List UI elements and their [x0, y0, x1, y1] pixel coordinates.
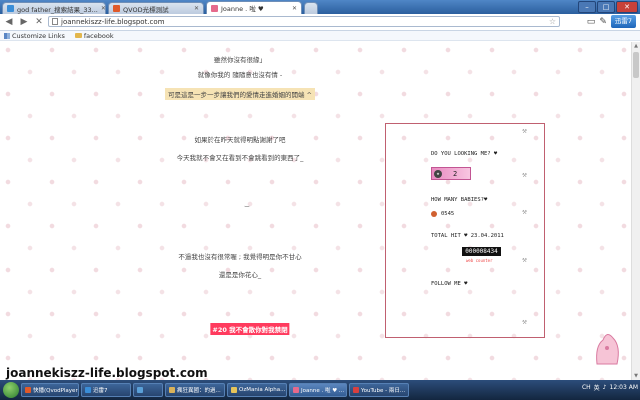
bookmark-label: Customize Links: [12, 31, 65, 40]
bookmark-facebook[interactable]: facebook: [74, 31, 114, 40]
bookmark-star-icon[interactable]: ☆: [549, 17, 556, 26]
scroll-up-icon[interactable]: ▲: [632, 43, 640, 49]
forward-arrow-icon[interactable]: ▶: [18, 16, 30, 28]
pink-mascot-icon: [596, 334, 619, 365]
browser-tab-strip: god father_搜索結果_33... ✕ QVOD光標測試 ✕ Joann…: [0, 0, 640, 14]
tab-label: Joanne . 啦 ♥: [221, 5, 264, 13]
wrench-icon[interactable]: ⚒: [522, 317, 527, 326]
taskbar-item-joanne[interactable]: Joanne . 啦 ♥ ...: [289, 383, 347, 397]
follower-badge[interactable]: ★ 2: [431, 167, 471, 180]
post-tag[interactable]: #20 我不會散你對我禁閉: [210, 323, 290, 335]
wrench-icon[interactable]: ✎: [599, 17, 607, 27]
system-tray: CH 英 ♪ 12:03 AM: [582, 383, 638, 392]
wrench-icon[interactable]: ⚒: [522, 207, 527, 216]
app-icon: [169, 387, 175, 393]
app-icon: [231, 387, 237, 393]
taskbar-label: 迅雷7: [93, 388, 108, 394]
taskbar-label: Joanne . 啦 ♥ ...: [301, 388, 345, 394]
babies-label: HOW MANY BABIES?♥: [431, 197, 488, 203]
volume-icon[interactable]: ♪: [603, 384, 607, 391]
taskbar-item-ozmania[interactable]: OzMania Alpha...: [227, 383, 287, 397]
address-bar[interactable]: joannekiszz-life.blogspot.com ☆: [48, 16, 560, 27]
tab-label: god father_搜索結果_33...: [17, 5, 98, 14]
tab-joanne[interactable]: Joanne . 啦 ♥ ✕: [206, 1, 302, 14]
looking-label: DO YOU LOOKING ME? ♥: [431, 151, 498, 157]
page-menu-icon[interactable]: ▭: [587, 17, 596, 27]
follow-label: FOLLOW ME ♥: [431, 281, 468, 287]
taskbar-label: 快播(QvodPlayer): [33, 388, 79, 394]
loading-icon: ⌣: [244, 202, 250, 212]
bookmark-label: facebook: [83, 31, 114, 40]
sidebar-widget: ⚒ DO YOU LOOKING ME? ♥ ★ 2 ⚒ HOW MANY BA…: [385, 123, 545, 338]
blog-page: 雖然你沒有很緣」 就像你我的 隨隨意也沒有情 - 可是這是一步一步讓我們的愛情走…: [0, 42, 631, 380]
babies-count: 0545: [441, 211, 455, 217]
taskbar-item-qvod[interactable]: 快播(QvodPlayer): [21, 383, 79, 397]
tab-favicon: [7, 5, 14, 12]
wrench-icon[interactable]: ⚒: [522, 126, 527, 135]
post-line-2: 就像你我的 隨隨意也沒有情 -: [197, 71, 283, 79]
close-icon[interactable]: ✕: [292, 5, 297, 12]
clock[interactable]: 12:03 AM: [610, 384, 638, 391]
grid-icon: [4, 32, 10, 39]
follower-count: 2: [453, 169, 458, 178]
wrench-icon[interactable]: ⚒: [522, 255, 527, 264]
app-icon: [293, 387, 299, 393]
window-controls: – □ ✕: [578, 1, 638, 13]
taskbar-label: OzMania Alpha...: [239, 387, 286, 393]
toolbar-right: ▭ ✎ 迅雷7: [587, 15, 636, 28]
browser-toolbar: ◀ ▶ ✕ joannekiszz-life.blogspot.com ☆ ▭ …: [0, 14, 640, 31]
scroll-thumb[interactable]: [633, 52, 639, 78]
app-icon: [137, 387, 143, 393]
start-button[interactable]: [3, 382, 19, 398]
app-icon: [85, 387, 91, 393]
bookmark-customize-links[interactable]: Customize Links: [4, 32, 65, 40]
ime-indicator[interactable]: 英: [594, 383, 600, 392]
blog-watermark: joannekiszz-life.blogspot.com: [6, 366, 208, 380]
maximize-button[interactable]: □: [597, 1, 615, 13]
close-icon[interactable]: ✕: [194, 5, 199, 12]
tab-favicon: [211, 4, 218, 12]
minimize-button[interactable]: –: [578, 1, 596, 13]
xunlei-button[interactable]: 迅雷7: [610, 15, 636, 28]
star-icon: ★: [434, 169, 442, 178]
post-line-4: 如果於在昨天就得明點謝謝了吧: [194, 136, 286, 144]
taskbar-label: YouTube - 兩日...: [361, 388, 406, 394]
app-icon: [25, 387, 31, 393]
taskbar-item-youtube[interactable]: YouTube - 兩日...: [349, 383, 409, 397]
page-icon: [52, 18, 58, 25]
tab-god-father[interactable]: god father_搜索結果_33... ✕: [2, 2, 106, 14]
hit-counter-caption[interactable]: web counter: [466, 258, 493, 263]
tab-label: QVOD光標測試: [123, 5, 169, 14]
total-hit-label: TOTAL HIT ♥ 23.04.2011: [431, 233, 504, 239]
new-tab-button[interactable]: [304, 2, 318, 14]
windows-taskbar: 快播(QvodPlayer) 迅雷7 瘋狂異國：的過... OzMania Al…: [0, 380, 640, 400]
scroll-down-icon[interactable]: ▼: [632, 373, 640, 379]
taskbar-label: 瘋狂異國：的過...: [177, 388, 221, 394]
post-line-6: 不過我也沒有很常喔 ; 我覺得明是你不甘心: [178, 253, 302, 261]
folder-icon: [74, 33, 82, 38]
back-arrow-icon[interactable]: ◀: [3, 16, 15, 28]
post-line-1: 雖然你沒有很緣」: [214, 56, 266, 64]
wrench-icon[interactable]: ⚒: [522, 170, 527, 179]
post-line-5: 今天我就不會又在看到不會跳看到的東西了_: [176, 154, 304, 162]
app-icon: [353, 387, 359, 393]
counter-icon: [431, 211, 437, 217]
taskbar-item-crazy[interactable]: 瘋狂異國：的過...: [165, 383, 225, 397]
tab-qvod[interactable]: QVOD光標測試 ✕: [108, 2, 204, 14]
taskbar-item-3[interactable]: [133, 383, 163, 397]
post-line-3: 可是這是一步一步讓我們的愛情走進婚姻的開端 ^: [164, 88, 316, 100]
post-line-7: 還是是你花心_: [218, 271, 262, 279]
url-text: joannekiszz-life.blogspot.com: [61, 17, 165, 26]
language-indicator[interactable]: CH: [582, 384, 591, 391]
bookmarks-bar: Customize Links facebook: [0, 31, 640, 41]
close-icon[interactable]: ✕: [101, 5, 105, 12]
scrollbar[interactable]: ▲ ▼: [631, 42, 640, 380]
tab-favicon: [113, 5, 120, 12]
taskbar-item-xunlei[interactable]: 迅雷7: [81, 383, 131, 397]
hit-counter[interactable]: 000008434: [462, 247, 501, 256]
stop-icon[interactable]: ✕: [33, 16, 45, 28]
close-window-button[interactable]: ✕: [616, 1, 638, 13]
